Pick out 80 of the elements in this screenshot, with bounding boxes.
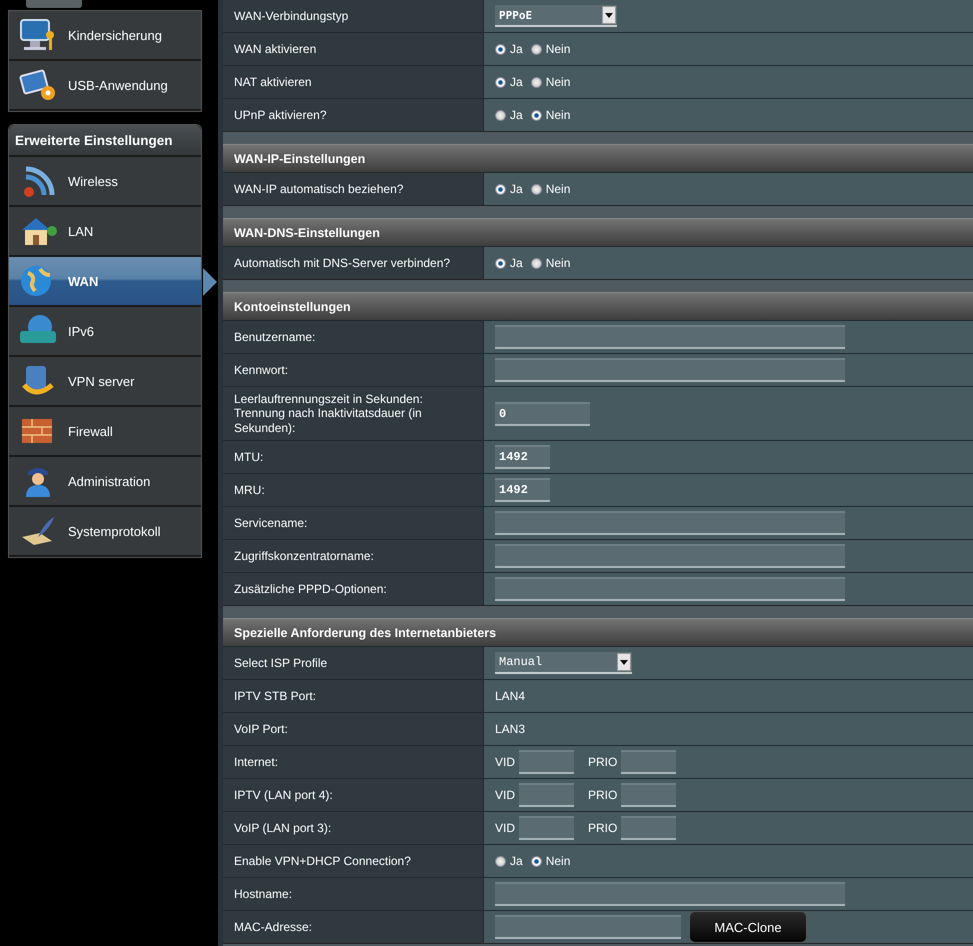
sidebar-item[interactable]: Administration bbox=[9, 457, 201, 507]
input-field[interactable]: 1492 bbox=[495, 478, 550, 502]
input-field[interactable] bbox=[495, 325, 845, 349]
section-header: WAN-IP-Einstellungen bbox=[223, 144, 973, 172]
field-label: VoIP (LAN port 3): bbox=[223, 812, 484, 844]
value-text: LAN4 bbox=[495, 689, 526, 703]
input-field[interactable] bbox=[495, 882, 845, 906]
input-field[interactable]: 1492 bbox=[495, 445, 550, 469]
input-field[interactable] bbox=[621, 816, 676, 840]
input-field[interactable] bbox=[519, 783, 574, 807]
field-label: IPTV (LAN port 4): bbox=[223, 779, 484, 811]
sidebar-item[interactable]: LAN bbox=[9, 207, 201, 257]
field-label: VoIP Port: bbox=[223, 713, 484, 745]
field-label: Benutzername: bbox=[223, 321, 484, 353]
field-label: Select ISP Profile bbox=[223, 647, 484, 679]
field-label: IPTV STB Port: bbox=[223, 680, 484, 712]
dropdown[interactable]: PPPoE bbox=[495, 5, 617, 27]
mac-clone-button[interactable]: MAC-Clone bbox=[689, 911, 807, 943]
radio-option[interactable]: Ja bbox=[495, 256, 523, 270]
radio-option[interactable]: Nein bbox=[530, 854, 570, 868]
field-label: MAC-Adresse: bbox=[223, 911, 484, 943]
section-header: WAN-DNS-Einstellungen bbox=[223, 218, 973, 246]
field-label: Automatisch mit DNS-Server verbinden? bbox=[223, 247, 484, 279]
section-header: Kontoeinstellungen bbox=[223, 292, 973, 320]
radio-option[interactable]: Ja bbox=[495, 42, 523, 56]
usb-device-gear-icon bbox=[18, 67, 58, 103]
caret-icon bbox=[617, 653, 631, 671]
field-label: VID bbox=[495, 788, 516, 802]
sidebar-item[interactable]: Firewall bbox=[9, 407, 201, 457]
section-header: Spezielle Anforderung des Internetanbieters bbox=[223, 618, 973, 646]
field-label: WAN-Verbindungstyp bbox=[223, 0, 484, 32]
input-field[interactable] bbox=[495, 544, 845, 568]
radio-option[interactable]: Ja bbox=[495, 182, 523, 196]
sidebar-item[interactable]: Kindersicherung bbox=[9, 11, 201, 61]
input-field[interactable] bbox=[621, 783, 676, 807]
value-text: LAN3 bbox=[495, 722, 526, 736]
dropdown[interactable]: Manual bbox=[495, 652, 632, 674]
input-field[interactable] bbox=[495, 577, 845, 601]
field-label: Hostname: bbox=[223, 878, 484, 910]
field-label: NAT aktivieren bbox=[223, 66, 484, 98]
input-field[interactable] bbox=[495, 511, 845, 535]
field-label: Enable VPN+DHCP Connection? bbox=[223, 845, 484, 877]
input-field[interactable] bbox=[621, 750, 676, 774]
radio-option[interactable]: Nein bbox=[530, 182, 570, 196]
radio-option[interactable]: Ja bbox=[495, 854, 523, 868]
input-field[interactable] bbox=[495, 358, 845, 382]
input-field[interactable] bbox=[519, 750, 574, 774]
field-label: PRIO bbox=[588, 788, 618, 802]
field-label: MTU: bbox=[223, 441, 484, 473]
radio-option[interactable]: Nein bbox=[530, 256, 570, 270]
field-label: PRIO bbox=[588, 755, 618, 769]
sidebar-group-title: Erweiterte Einstellungen bbox=[9, 125, 201, 157]
input-field[interactable]: 0 bbox=[495, 402, 590, 426]
radio-option[interactable]: Ja bbox=[495, 108, 523, 122]
field-label: Servicename: bbox=[223, 507, 484, 539]
field-label: WAN-IP automatisch beziehen? bbox=[223, 173, 484, 205]
radio-option[interactable]: Nein bbox=[530, 75, 570, 89]
sidebar-item[interactable]: IPv6 bbox=[9, 307, 201, 357]
radio-option[interactable]: Ja bbox=[495, 75, 523, 89]
sidebar-item[interactable]: USB-Anwendung bbox=[9, 61, 201, 111]
input-field[interactable] bbox=[519, 816, 574, 840]
field-label: VID bbox=[495, 821, 516, 835]
sidebar-item[interactable]: Systemprotokoll bbox=[9, 507, 201, 557]
field-label: WAN aktivieren bbox=[223, 33, 484, 65]
radio-option[interactable]: Nein bbox=[530, 42, 570, 56]
input-field[interactable] bbox=[495, 915, 681, 939]
field-label: Leerlauftrennungszeit in Sekunden: Trennung nach Inaktivitatsdauer (in Sekunden): bbox=[223, 387, 484, 440]
field-label: Zusätzliche PPPD-Optionen: bbox=[223, 573, 484, 605]
field-label: Kennwort: bbox=[223, 354, 484, 386]
field-label: UPnP aktivieren? bbox=[223, 99, 484, 131]
field-label: Zugriffskonzentratorname: bbox=[223, 540, 484, 572]
field-label: PRIO bbox=[588, 821, 618, 835]
caret-icon bbox=[602, 6, 616, 24]
field-label: MRU: bbox=[223, 474, 484, 506]
radio-option[interactable]: Nein bbox=[530, 108, 570, 122]
field-label: VID bbox=[495, 755, 516, 769]
field-label: Internet: bbox=[223, 746, 484, 778]
selection-pointer-icon bbox=[203, 268, 217, 296]
sidebar-item[interactable]: VPN server bbox=[9, 357, 201, 407]
sidebar-item[interactable]: Wireless bbox=[9, 157, 201, 207]
